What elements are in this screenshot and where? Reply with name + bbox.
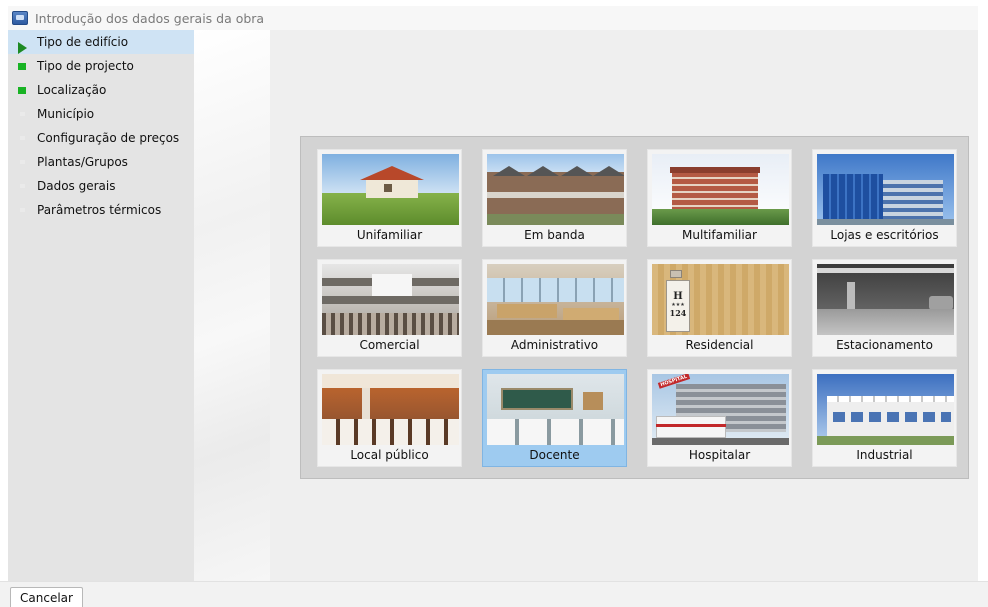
hospital-with-ambulance-image: HOSPITAL xyxy=(652,374,789,445)
sidebar-item-configuracao-de-precos[interactable]: Configuração de preços xyxy=(8,126,194,150)
grey-square-icon xyxy=(16,180,28,192)
grey-square-icon xyxy=(16,204,28,216)
building-type-label: Residencial xyxy=(685,338,754,352)
building-type-label: Lojas e escritórios xyxy=(830,228,939,242)
sidebar-item-tipo-de-edificio[interactable]: Tipo de edifício xyxy=(8,30,194,54)
office-glass-building-image xyxy=(817,154,954,225)
window-titlebar: Introdução dos dados gerais da obra xyxy=(8,6,978,30)
building-type-residencial[interactable]: H ★★★ 124 Residencial xyxy=(647,259,792,357)
green-square-icon xyxy=(16,60,28,72)
building-type-estacionamento[interactable]: Estacionamento xyxy=(812,259,957,357)
building-type-industrial[interactable]: Industrial xyxy=(812,369,957,467)
parking-garage-image xyxy=(817,264,954,335)
building-type-label: Multifamiliar xyxy=(682,228,757,242)
sidebar-item-municipio[interactable]: Município xyxy=(8,102,194,126)
sidebar-item-label: Dados gerais xyxy=(37,179,116,193)
building-type-hospitalar[interactable]: HOSPITAL Hospitalar xyxy=(647,369,792,467)
grey-square-icon xyxy=(16,156,28,168)
grey-square-icon xyxy=(16,132,28,144)
building-type-multifamiliar[interactable]: Multifamiliar xyxy=(647,149,792,247)
building-type-label: Administrativo xyxy=(510,338,599,352)
sidebar-item-plantas-grupos[interactable]: Plantas/Grupos xyxy=(8,150,194,174)
app-icon xyxy=(12,11,28,25)
footer-bar: Cancelar xyxy=(0,581,988,607)
background-glare xyxy=(194,30,270,581)
restaurant-interior-image xyxy=(322,374,459,445)
building-type-local-publico[interactable]: Local público xyxy=(317,369,462,467)
building-type-unifamiliar[interactable]: Unifamiliar xyxy=(317,149,462,247)
sidebar-item-dados-gerais[interactable]: Dados gerais xyxy=(8,174,194,198)
sign-letter: H xyxy=(673,291,683,302)
single-family-house-image xyxy=(322,154,459,225)
office-interior-image xyxy=(487,264,624,335)
green-square-icon xyxy=(16,84,28,96)
window-title: Introdução dos dados gerais da obra xyxy=(35,10,265,26)
classroom-image xyxy=(487,374,624,445)
sidebar-item-label: Plantas/Grupos xyxy=(37,155,128,169)
grey-square-icon xyxy=(16,108,28,120)
sidebar-item-label: Município xyxy=(37,107,95,121)
sidebar-item-label: Localização xyxy=(37,83,107,97)
building-type-label: Unifamiliar xyxy=(356,228,423,242)
sidebar-item-label: Tipo de projecto xyxy=(37,59,134,73)
cancel-button[interactable]: Cancelar xyxy=(10,587,83,607)
building-type-label: Docente xyxy=(529,448,580,462)
main-content: Unifamiliar Em banda Multifamiliar Lojas… xyxy=(194,30,978,581)
building-type-label: Comercial xyxy=(359,338,420,352)
building-type-label: Industrial xyxy=(856,448,913,462)
building-type-docente[interactable]: Docente xyxy=(482,369,627,467)
steps-sidebar: Tipo de edifício Tipo de projecto Locali… xyxy=(8,30,194,581)
building-type-label: Hospitalar xyxy=(688,448,751,462)
sign-number: 124 xyxy=(669,308,687,318)
sidebar-item-localizacao[interactable]: Localização xyxy=(8,78,194,102)
building-type-label: Estacionamento xyxy=(836,338,933,352)
building-type-panel: Unifamiliar Em banda Multifamiliar Lojas… xyxy=(300,136,969,479)
sidebar-item-label: Configuração de preços xyxy=(37,131,180,145)
building-type-label: Em banda xyxy=(524,228,585,242)
sidebar-item-label: Tipo de edifício xyxy=(37,35,129,49)
building-type-lojas-e-escritorios[interactable]: Lojas e escritórios xyxy=(812,149,957,247)
apartment-block-image xyxy=(652,154,789,225)
sidebar-item-tipo-de-projecto[interactable]: Tipo de projecto xyxy=(8,54,194,78)
row-houses-image xyxy=(487,154,624,225)
building-type-administrativo[interactable]: Administrativo xyxy=(482,259,627,357)
shopping-mall-interior-image xyxy=(322,264,459,335)
industrial-building-image xyxy=(817,374,954,445)
building-type-comercial[interactable]: Comercial xyxy=(317,259,462,357)
building-type-label: Local público xyxy=(350,448,429,462)
sidebar-item-parametros-termicos[interactable]: Parâmetros térmicos xyxy=(8,198,194,222)
building-type-em-banda[interactable]: Em banda xyxy=(482,149,627,247)
sidebar-item-label: Parâmetros térmicos xyxy=(37,203,162,217)
hotel-door-sign-image: H ★★★ 124 xyxy=(652,264,789,335)
